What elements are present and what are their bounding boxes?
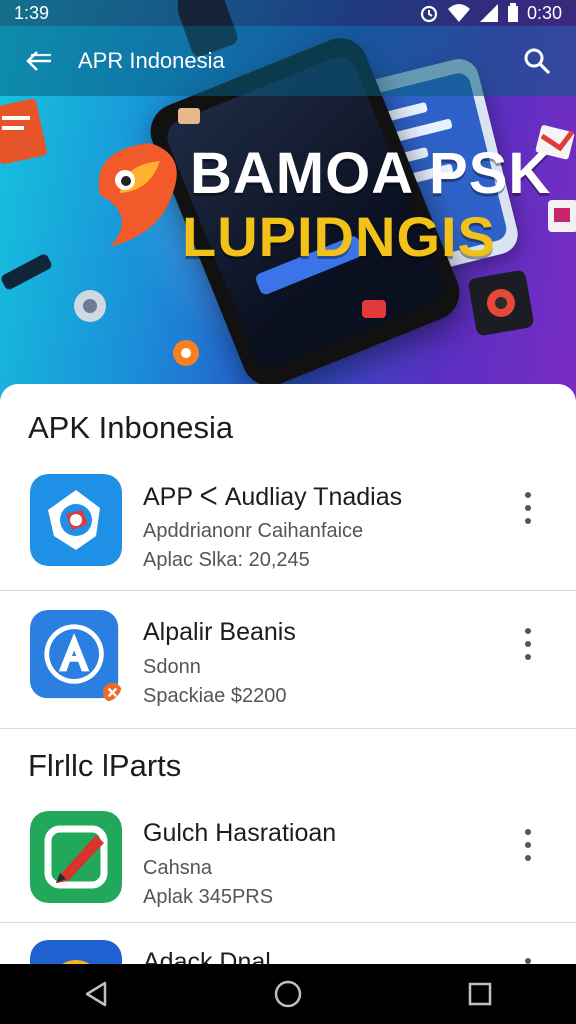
list-item[interactable]: Adack Dnal (0, 940, 576, 964)
section-title: APK Inbonesia (28, 410, 234, 445)
more-vert-icon[interactable] (514, 488, 542, 528)
banner-title-line2: LUPIDNGIS (182, 205, 496, 268)
status-icons: 0:30 (419, 3, 562, 24)
wifi-icon (447, 4, 470, 22)
divider (0, 590, 576, 591)
content-sheet: APK Inbonesia APP ᐸ Audliay Tnadias Apdd… (0, 384, 576, 964)
app-developer: Cahsna (143, 857, 212, 879)
navigation-bar (0, 964, 576, 1024)
nav-back-button[interactable] (66, 964, 126, 1024)
signal-icon (479, 4, 498, 22)
more-vert-icon[interactable] (514, 954, 542, 964)
divider (0, 922, 576, 923)
app-name: Gulch Hasratioan (143, 819, 337, 847)
app-meta: Aplak 345PRS (143, 886, 274, 908)
status-bar: 1:39 0:30 (0, 0, 576, 26)
app-bar: APR Indonesia (0, 26, 576, 96)
status-time-right: 0:30 (526, 2, 562, 23)
nav-home-button[interactable] (258, 964, 318, 1024)
home-nav-icon (274, 980, 302, 1008)
back-button[interactable] (22, 44, 56, 78)
app-developer: Apddrianonr Caihanfaice (143, 520, 364, 542)
back-arrow-icon (26, 51, 51, 71)
app-developer: Sdonn (143, 656, 201, 678)
list-item[interactable]: APP ᐸ Audliay Tnadias Apddrianonr Caihan… (0, 474, 576, 604)
chat-sticker-icon (173, 340, 199, 366)
recents-nav-icon (468, 982, 492, 1006)
usb-stick-icon (1, 254, 52, 290)
ruler-sticker-icon (0, 98, 47, 165)
plug-sticker-icon (362, 300, 386, 318)
more-vert-icon[interactable] (514, 825, 542, 865)
search-button[interactable] (520, 44, 554, 78)
back-nav-icon (85, 981, 107, 1007)
compass-app-icon (30, 474, 122, 566)
search-icon (524, 48, 550, 74)
section-title: Flrllc lParts (28, 748, 182, 783)
app-bar-title: APR Indonesia (78, 48, 225, 73)
app-meta: Aplac Slka: 20,245 (143, 549, 310, 571)
more-vert-icon[interactable] (514, 624, 542, 664)
browser-app-icon (30, 940, 122, 964)
letter-a-app-icon (30, 610, 122, 702)
badge-sticker-icon (74, 290, 106, 322)
banner-title-line1: BAMOA PSK (190, 141, 552, 206)
nav-recents-button[interactable] (450, 964, 510, 1024)
app-name: Alpalir Beanis (143, 618, 296, 646)
pen-app-icon (30, 811, 122, 903)
app-name: Adack Dnal (143, 948, 271, 964)
divider (0, 728, 576, 729)
status-time: 1:39 (14, 2, 50, 23)
parrot-logo-icon (98, 143, 177, 247)
app-name: APP ᐸ Audliay Tnadias (143, 483, 403, 511)
battery-icon (507, 3, 518, 22)
box-sticker-icon (178, 108, 200, 124)
alarm-icon (420, 5, 438, 23)
camera-sticker-icon (468, 270, 534, 336)
app-meta: Spackiae $2200 (143, 685, 287, 707)
list-item[interactable]: Alpalir Beanis Sdonn Spackiae $2200 (0, 610, 576, 740)
